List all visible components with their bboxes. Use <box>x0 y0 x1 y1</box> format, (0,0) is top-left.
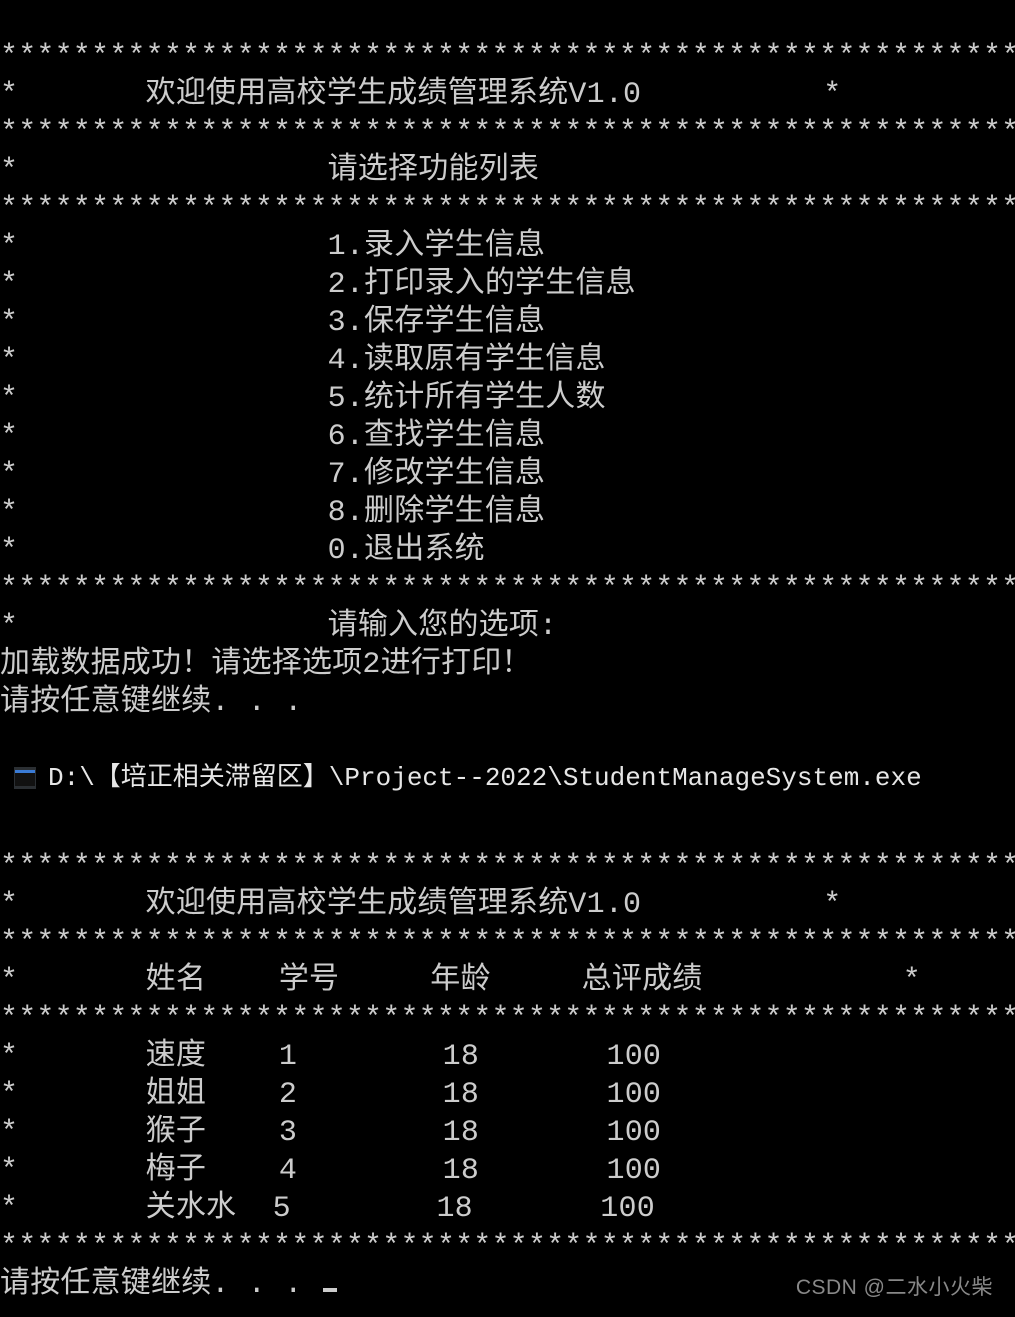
watermark: CSDN @二水小火柴 <box>796 1269 993 1307</box>
console-block-2: ****************************************… <box>0 810 1015 1304</box>
table-row: * 猴子 3 18 100 * <box>0 1116 1015 1150</box>
divider: ****************************************… <box>0 926 1015 960</box>
menu-item-3[interactable]: * 3.保存学生信息 * <box>0 306 1015 340</box>
console-screenshot: ****************************************… <box>0 0 1015 1317</box>
menu-item-1[interactable]: * 1.录入学生信息 * <box>0 230 1015 264</box>
input-prompt[interactable]: * 请输入您的选项: * <box>0 610 1015 644</box>
divider: ****************************************… <box>0 572 1015 606</box>
menu-item-2[interactable]: * 2.打印录入的学生信息 * <box>0 268 1015 302</box>
press-any-key[interactable]: 请按任意键继续. . . <box>0 1268 321 1302</box>
window-titlebar[interactable]: D:\【培正相关滞留区】\Project--2022\StudentManage… <box>0 754 1015 802</box>
menu-item-5[interactable]: * 5.统计所有学生人数 * <box>0 382 1015 416</box>
text-cursor <box>323 1288 337 1292</box>
status-loaded: 加载数据成功！请选择选项2进行打印！ <box>0 648 532 682</box>
menu-heading: * 请选择功能列表 * <box>0 154 1015 188</box>
divider: ****************************************… <box>0 1230 1015 1264</box>
menu-item-4[interactable]: * 4.读取原有学生信息 * <box>0 344 1015 378</box>
divider: ****************************************… <box>0 850 1015 884</box>
app-title: * 欢迎使用高校学生成绩管理系统V1.0 * <box>0 78 841 112</box>
press-any-key[interactable]: 请按任意键继续. . . <box>0 686 302 720</box>
window-title-text: D:\【培正相关滞留区】\Project--2022\StudentManage… <box>48 759 922 797</box>
table-row: * 速度 1 18 100 * <box>0 1040 1015 1074</box>
console-icon <box>14 767 36 789</box>
table-row: * 梅子 4 18 100 * <box>0 1154 1015 1188</box>
divider: ****************************************… <box>0 1002 1015 1036</box>
menu-item-6[interactable]: * 6.查找学生信息 * <box>0 420 1015 454</box>
menu-item-7[interactable]: * 7.修改学生信息 * <box>0 458 1015 492</box>
menu-item-8[interactable]: * 8.删除学生信息 * <box>0 496 1015 530</box>
divider: ****************************************… <box>0 40 1015 74</box>
menu-item-0[interactable]: * 0.退出系统 * <box>0 534 1015 568</box>
divider: ****************************************… <box>0 116 1015 150</box>
table-row: * 关水水 5 18 100 * <box>0 1192 1015 1226</box>
table-header: * 姓名 学号 年龄 总评成绩 * <box>0 964 921 998</box>
table-row: * 姐姐 2 18 100 * <box>0 1078 1015 1112</box>
app-title: * 欢迎使用高校学生成绩管理系统V1.0 * <box>0 888 841 922</box>
console-block-1: ****************************************… <box>0 0 1015 722</box>
divider: ****************************************… <box>0 192 1015 226</box>
